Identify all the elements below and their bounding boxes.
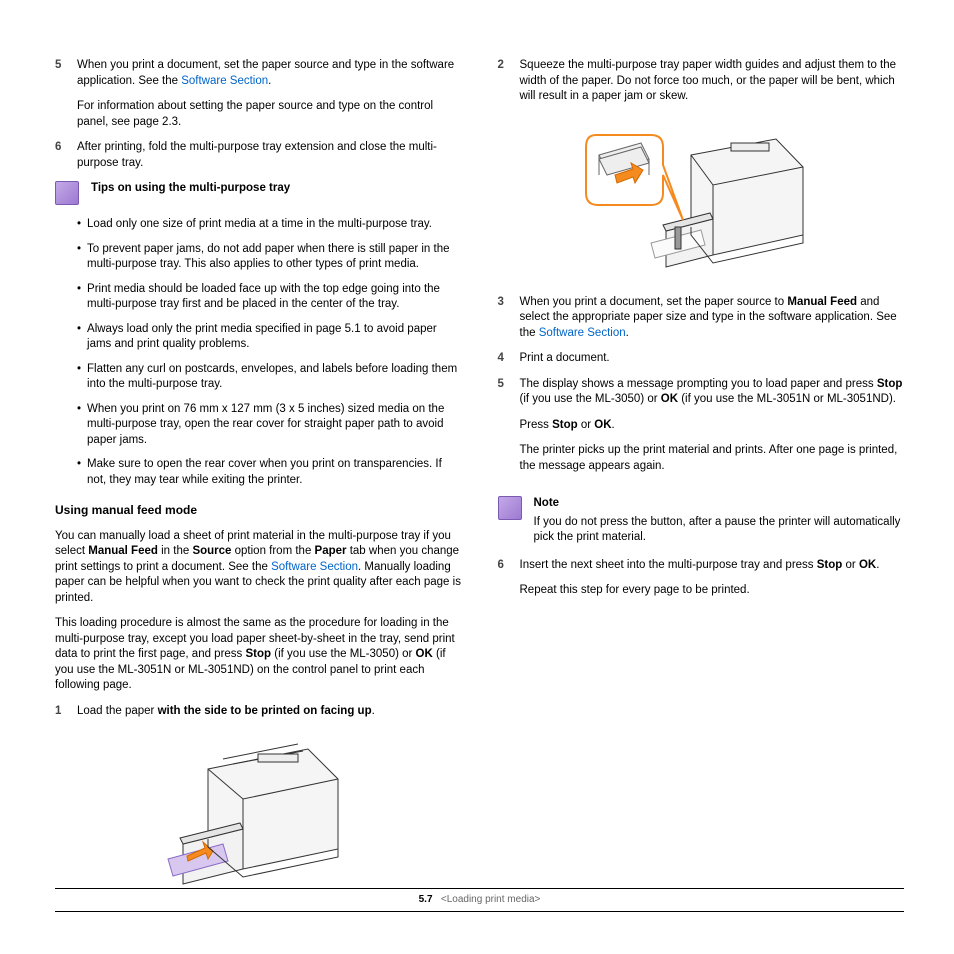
section-manual-feed: Using manual feed mode (55, 502, 462, 518)
page-number: .7 (424, 894, 432, 905)
tip-item: Flatten any curl on postcards, envelopes… (87, 362, 461, 393)
link-software-section[interactable]: Software Section (181, 75, 268, 87)
step-text: Print a document. (520, 351, 905, 367)
step-6: 6 After printing, fold the multi-purpose… (55, 140, 462, 171)
note-icon (498, 496, 522, 520)
manual-step-1: 1 Load the paper with the side to be pri… (55, 704, 462, 720)
tips-block: Tips on using the multi-purpose tray (55, 181, 462, 205)
right-column: 2 Squeeze the multi-purpose tray paper w… (498, 58, 905, 954)
step-number: 1 (55, 704, 67, 720)
step-number: 4 (498, 351, 510, 367)
tip-item: Always load only the print media specifi… (87, 322, 461, 353)
tips-title: Tips on using the multi-purpose tray (91, 181, 462, 197)
link-software-section[interactable]: Software Section (271, 561, 358, 573)
printer-load-figure (148, 729, 368, 899)
step-text: Load the paper with the side to be print… (77, 704, 462, 720)
page-footer: 5.7 <Loading print media> (55, 888, 904, 912)
right-step-2: 2 Squeeze the multi-purpose tray paper w… (498, 58, 905, 105)
step-text: The display shows a message prompting yo… (520, 377, 905, 485)
step-text: Squeeze the multi-purpose tray paper wid… (520, 58, 905, 105)
step-number: 5 (498, 377, 510, 485)
right-step-3: 3 When you print a document, set the pap… (498, 295, 905, 342)
step-number: 2 (498, 58, 510, 105)
note-block: Note If you do not press the button, aft… (498, 496, 905, 546)
step-text: After printing, fold the multi-purpose t… (77, 140, 462, 171)
step-number: 6 (55, 140, 67, 171)
printer-guides-figure (571, 115, 831, 295)
manual-paragraph-2: This loading procedure is almost the sam… (55, 616, 462, 694)
manual-paragraph-1: You can manually load a sheet of print m… (55, 529, 462, 607)
step-text: Insert the next sheet into the multi-pur… (520, 558, 905, 609)
tips-list: •Load only one size of print media at a … (77, 217, 462, 488)
step-number: 5 (55, 58, 67, 89)
step-text: When you print a document, set the paper… (520, 295, 905, 342)
right-step-5: 5 The display shows a message prompting … (498, 377, 905, 485)
step-text: When you print a document, set the paper… (77, 58, 462, 89)
step-5-sub: For information about setting the paper … (77, 99, 462, 130)
right-step-6: 6 Insert the next sheet into the multi-p… (498, 558, 905, 609)
period: . (268, 75, 271, 87)
note-icon (55, 181, 79, 205)
step-number: 6 (498, 558, 510, 609)
step-5: 5 When you print a document, set the pap… (55, 58, 462, 89)
chapter-label: <Loading print media> (441, 894, 541, 905)
right-step-4: 4 Print a document. (498, 351, 905, 367)
link-software-section[interactable]: Software Section (539, 327, 626, 339)
tip-item: Print media should be loaded face up wit… (87, 282, 461, 313)
tip-item: Load only one size of print media at a t… (87, 217, 432, 233)
note-title: Note (534, 496, 905, 512)
tip-item: When you print on 76 mm x 127 mm (3 x 5 … (87, 402, 461, 449)
step-number: 3 (498, 295, 510, 342)
tip-item: To prevent paper jams, do not add paper … (87, 242, 461, 273)
tip-item: Make sure to open the rear cover when yo… (87, 457, 461, 488)
note-body-text: If you do not press the button, after a … (534, 515, 905, 546)
left-column: 5 When you print a document, set the pap… (55, 58, 462, 954)
